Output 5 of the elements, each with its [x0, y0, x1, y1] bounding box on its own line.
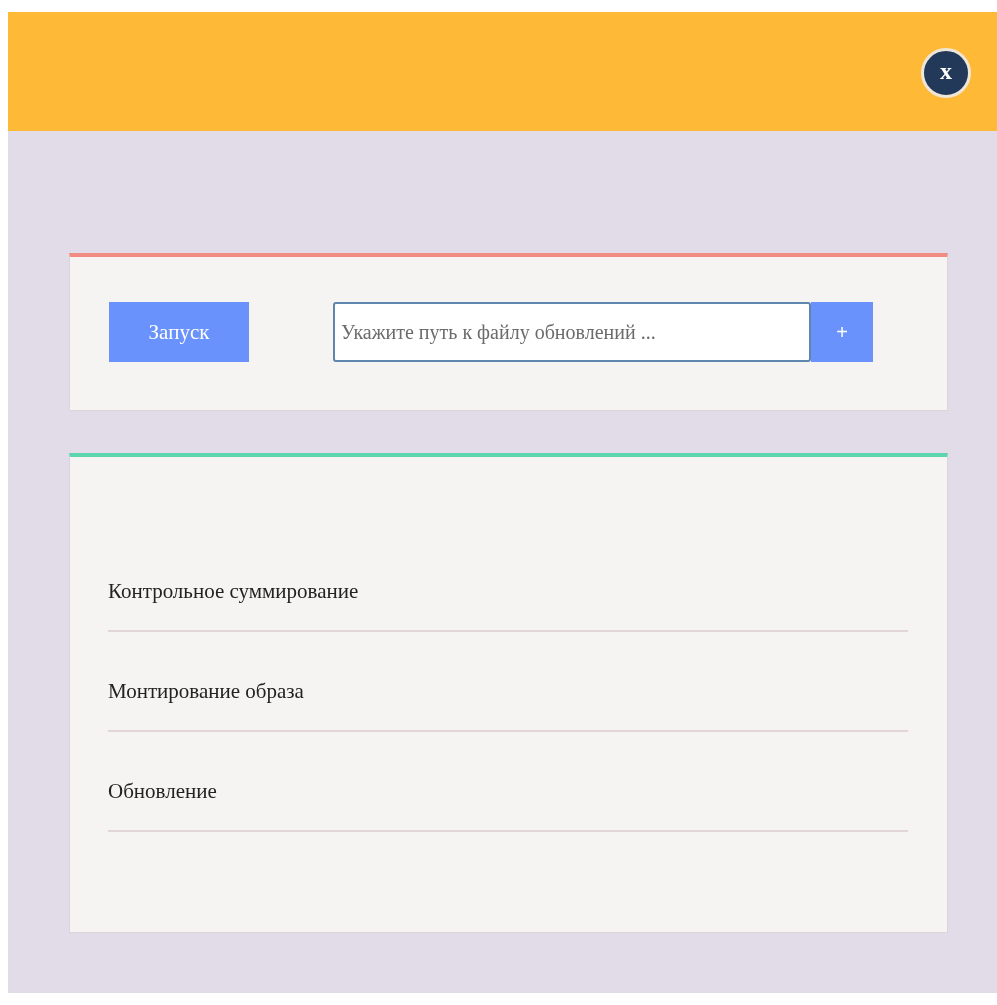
close-button[interactable]: x	[921, 47, 971, 98]
path-field[interactable]: Укажите путь к файлу обновлений ...	[333, 302, 811, 362]
operation-item[interactable]: Монтирование образа	[108, 678, 304, 704]
operation-item[interactable]: Обновление	[108, 778, 217, 804]
operation-item[interactable]: Контрольное суммирование	[108, 578, 359, 604]
